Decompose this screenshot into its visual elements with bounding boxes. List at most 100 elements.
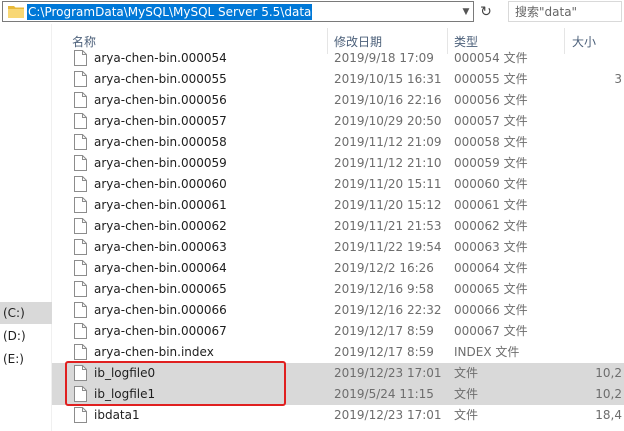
- file-name: arya-chen-bin.000054: [94, 51, 227, 65]
- file-row[interactable]: arya-chen-bin.000066 2019/12/16 22:32 0000…: [52, 300, 624, 321]
- file-size: [568, 342, 624, 363]
- file-date: 2019/12/23 17:01: [334, 366, 442, 380]
- file-date: 2019/11/21 21:53: [334, 219, 442, 233]
- search-placeholder: 搜索"data": [515, 5, 578, 19]
- file-type: 文件: [454, 408, 479, 422]
- file-date: 2019/9/18 17:09: [334, 51, 434, 65]
- file-row[interactable]: arya-chen-bin.000059 2019/11/12 21:10 0000…: [52, 153, 624, 174]
- file-name: ib_logfile0: [94, 366, 156, 380]
- nav-item-drive-e[interactable]: (E:): [0, 348, 52, 370]
- address-bar[interactable]: C:\ProgramData\MySQL\MySQL Server 5.5\da…: [2, 1, 474, 22]
- file-row[interactable]: arya-chen-bin.000062 2019/11/21 21:53 0000…: [52, 216, 624, 237]
- file-date: 2019/10/16 22:16: [334, 93, 442, 107]
- address-path[interactable]: C:\ProgramData\MySQL\MySQL Server 5.5\da…: [27, 4, 313, 20]
- file-type: 000060 文件: [454, 177, 528, 191]
- file-name: arya-chen-bin.000067: [94, 324, 227, 338]
- file-name: arya-chen-bin.000066: [94, 303, 227, 317]
- file-row[interactable]: ib_logfile1 2019/5/24 11:15 文件 10,2: [52, 384, 624, 405]
- file-type: 000062 文件: [454, 219, 528, 233]
- navigation-pane: (C:) (D:) (E:): [0, 24, 52, 431]
- file-size: [568, 279, 624, 300]
- refresh-icon[interactable]: ↻: [476, 1, 496, 22]
- file-size: [568, 195, 624, 216]
- file-type: 000061 文件: [454, 198, 528, 212]
- file-date: 2019/11/12 21:09: [334, 135, 442, 149]
- file-icon: [74, 71, 87, 87]
- file-icon: [74, 92, 87, 108]
- file-size: 3: [614, 72, 622, 86]
- address-bar-row: C:\ProgramData\MySQL\MySQL Server 5.5\da…: [0, 0, 624, 24]
- file-type: 000065 文件: [454, 282, 528, 296]
- file-name: arya-chen-bin.000065: [94, 282, 227, 296]
- file-icon: [74, 302, 87, 318]
- file-row[interactable]: arya-chen-bin.index 2019/12/17 8:59 INDEX …: [52, 342, 624, 363]
- file-row[interactable]: ibdata1 2019/12/23 17:01 文件 18,4: [52, 405, 624, 426]
- file-name: ib_logfile1: [94, 387, 156, 401]
- file-icon: [74, 113, 87, 129]
- file-size: [568, 48, 624, 69]
- file-row[interactable]: arya-chen-bin.000054 2019/9/18 17:09 00005…: [52, 48, 624, 69]
- file-date: 2019/11/12 21:10: [334, 156, 442, 170]
- file-icon: [74, 386, 87, 402]
- file-name: arya-chen-bin.000060: [94, 177, 227, 191]
- file-name: ibdata1: [94, 408, 140, 422]
- file-type: 000059 文件: [454, 156, 528, 170]
- file-type: 文件: [454, 387, 479, 401]
- file-size: 10,2: [595, 366, 622, 380]
- file-row[interactable]: arya-chen-bin.000061 2019/11/20 15:12 0000…: [52, 195, 624, 216]
- file-size: [568, 153, 624, 174]
- file-type: 000063 文件: [454, 240, 528, 254]
- file-icon: [74, 50, 87, 66]
- nav-item-drive-d[interactable]: (D:): [0, 325, 52, 347]
- file-name: arya-chen-bin.index: [94, 345, 214, 359]
- file-icon: [74, 281, 87, 297]
- file-row[interactable]: arya-chen-bin.000060 2019/11/20 15:11 0000…: [52, 174, 624, 195]
- file-type: 文件: [454, 366, 479, 380]
- file-icon: [74, 134, 87, 150]
- file-row[interactable]: arya-chen-bin.000056 2019/10/16 22:16 0000…: [52, 90, 624, 111]
- file-icon: [74, 344, 87, 360]
- file-date: 2019/5/24 11:15: [334, 387, 434, 401]
- file-size: [568, 216, 624, 237]
- file-date: 2019/12/2 16:26: [334, 261, 434, 275]
- file-size: 10,2: [595, 387, 622, 401]
- file-name: arya-chen-bin.000058: [94, 135, 227, 149]
- file-name: arya-chen-bin.000059: [94, 156, 227, 170]
- file-date: 2019/10/15 16:31: [334, 72, 442, 86]
- file-name: arya-chen-bin.000055: [94, 72, 227, 86]
- file-date: 2019/11/20 15:12: [334, 198, 442, 212]
- file-row[interactable]: arya-chen-bin.000055 2019/10/15 16:31 0000…: [52, 69, 624, 90]
- file-row[interactable]: arya-chen-bin.000063 2019/11/22 19:54 0000…: [52, 237, 624, 258]
- file-row[interactable]: arya-chen-bin.000057 2019/10/29 20:50 0000…: [52, 111, 624, 132]
- file-date: 2019/12/17 8:59: [334, 345, 434, 359]
- file-row[interactable]: arya-chen-bin.000067 2019/12/17 8:59 00006…: [52, 321, 624, 342]
- file-date: 2019/12/16 9:58: [334, 282, 434, 296]
- file-row[interactable]: arya-chen-bin.000065 2019/12/16 9:58 00006…: [52, 279, 624, 300]
- file-size: [568, 258, 624, 279]
- file-type: 000056 文件: [454, 93, 528, 107]
- chevron-down-icon[interactable]: ▼: [459, 2, 473, 21]
- file-date: 2019/12/23 17:01: [334, 408, 442, 422]
- file-name: arya-chen-bin.000056: [94, 93, 227, 107]
- file-size: [568, 321, 624, 342]
- nav-item-drive-c[interactable]: (C:): [0, 302, 52, 324]
- file-icon: [74, 260, 87, 276]
- file-size: [568, 132, 624, 153]
- file-icon: [74, 176, 87, 192]
- file-type: 000066 文件: [454, 303, 528, 317]
- file-icon: [74, 197, 87, 213]
- file-type: INDEX 文件: [454, 345, 520, 359]
- file-row[interactable]: arya-chen-bin.000058 2019/11/12 21:09 0000…: [52, 132, 624, 153]
- file-icon: [74, 365, 87, 381]
- search-input[interactable]: 搜索"data": [508, 1, 622, 22]
- file-icon: [74, 407, 87, 423]
- file-row[interactable]: ib_logfile0 2019/12/23 17:01 文件 10,2: [52, 363, 624, 384]
- file-type: 000058 文件: [454, 135, 528, 149]
- file-row[interactable]: arya-chen-bin.000064 2019/12/2 16:26 00006…: [52, 258, 624, 279]
- file-icon: [74, 239, 87, 255]
- file-name: arya-chen-bin.000062: [94, 219, 227, 233]
- file-type: 000067 文件: [454, 324, 528, 338]
- file-size: 18,4: [595, 408, 622, 422]
- file-name: arya-chen-bin.000061: [94, 198, 227, 212]
- folder-icon: [8, 6, 24, 18]
